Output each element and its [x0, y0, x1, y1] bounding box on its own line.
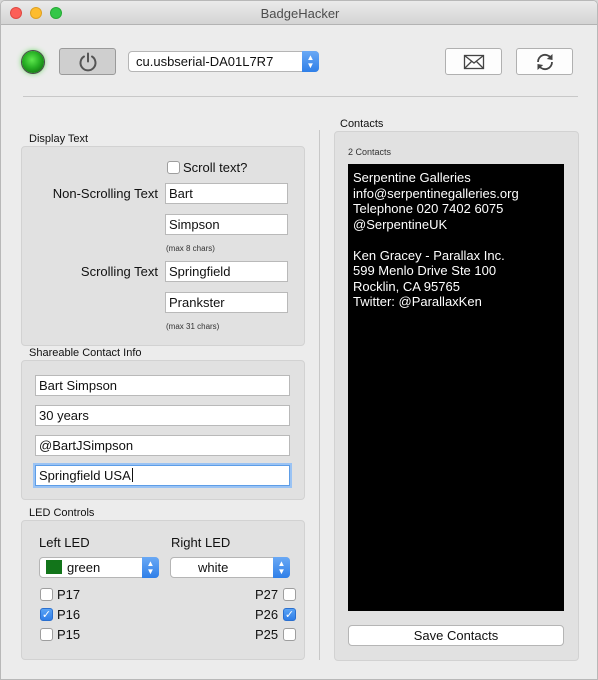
- display-text-label: Display Text: [29, 133, 89, 145]
- app-window: BadgeHacker cu.usbserial-DA01L7R7 ▲ ▼ Dis…: [0, 0, 598, 680]
- right-led-label: Right LED: [171, 535, 231, 550]
- contact-line: @SerpentineUK: [353, 216, 448, 232]
- chevron-up-down-icon: ▲ ▼: [302, 51, 319, 72]
- send-mail-button[interactable]: [445, 48, 502, 75]
- contact-line: Serpentine Galleries: [353, 170, 471, 185]
- scroll-text-label: Scroll text?: [183, 160, 248, 175]
- p27-label: P27: [255, 587, 279, 602]
- p25-checkbox[interactable]: [283, 628, 296, 641]
- p17-label: P17: [57, 587, 81, 602]
- refresh-icon: [536, 53, 553, 70]
- title-bar: BadgeHacker: [1, 1, 597, 25]
- contacts-count: 2 Contacts: [348, 147, 392, 157]
- p26-checkbox[interactable]: ✓: [283, 608, 296, 621]
- p15-checkbox[interactable]: [40, 628, 53, 641]
- contacts-text-area[interactable]: Serpentine Galleries info@serpentinegall…: [348, 164, 564, 611]
- contact-info-label: Shareable Contact Info: [29, 347, 142, 359]
- green-color-swatch: [46, 560, 62, 574]
- window-title: BadgeHacker: [260, 6, 340, 21]
- left-led-color-select[interactable]: green ▲ ▼: [39, 557, 159, 578]
- scrolling-line-1-field[interactable]: Springfield: [165, 261, 288, 282]
- serial-port-value: cu.usbserial-DA01L7R7: [136, 54, 274, 69]
- p27-checkbox[interactable]: [283, 588, 296, 601]
- p16-checkbox[interactable]: ✓: [40, 608, 53, 621]
- status-led-icon: [22, 51, 44, 73]
- p17-checkbox[interactable]: [40, 588, 53, 601]
- right-led-color-value: white: [198, 560, 229, 575]
- contact-line: [353, 232, 564, 248]
- left-led-label: Left LED: [39, 535, 90, 550]
- contact-line: Twitter: @ParallaxKen: [353, 294, 482, 309]
- scrolling-text-label: Scrolling Text: [80, 264, 158, 279]
- display-text-box: [21, 146, 305, 346]
- refresh-button[interactable]: [516, 48, 573, 75]
- non-scrolling-line-1-field[interactable]: Bart: [165, 183, 288, 204]
- power-button[interactable]: [59, 48, 116, 75]
- save-contacts-button[interactable]: Save Contacts: [348, 625, 564, 646]
- contact-handle-field[interactable]: @BartJSimpson: [35, 435, 290, 456]
- contact-line: Ken Gracey - Parallax Inc.: [353, 247, 505, 263]
- toolbar-divider: [23, 96, 578, 97]
- p16-label: P16: [57, 607, 81, 622]
- panel-divider: [319, 130, 320, 660]
- contact-name-field[interactable]: Bart Simpson: [35, 375, 290, 396]
- non-scrolling-hint: (max 8 chars): [166, 244, 215, 253]
- power-icon: [79, 52, 96, 71]
- contact-age-field[interactable]: 30 years: [35, 405, 290, 426]
- chevron-up-down-icon: ▲ ▼: [273, 557, 290, 578]
- contact-line: Telephone 020 7402 6075: [353, 201, 504, 216]
- text-caret: [131, 468, 133, 482]
- contact-line: Rocklin, CA 95765: [353, 278, 460, 294]
- p25-label: P25: [255, 627, 279, 642]
- contact-location-value: Springfield USA: [39, 468, 131, 483]
- p26-label: P26: [255, 607, 279, 622]
- p15-label: P15: [57, 627, 81, 642]
- non-scrolling-text-label: Non-Scrolling Text: [52, 186, 158, 201]
- envelope-icon: [463, 54, 484, 69]
- chevron-up-down-icon: ▲ ▼: [142, 557, 159, 578]
- contact-line: info@serpentinegalleries.org: [353, 185, 519, 201]
- right-led-color-select[interactable]: white ▲ ▼: [170, 557, 290, 578]
- scrolling-hint: (max 31 chars): [166, 322, 220, 331]
- serial-port-select[interactable]: cu.usbserial-DA01L7R7 ▲ ▼: [128, 51, 319, 72]
- contact-location-field[interactable]: Springfield USA: [35, 465, 290, 486]
- scrolling-line-2-field[interactable]: Prankster: [165, 292, 288, 313]
- left-led-color-value: green: [67, 560, 101, 575]
- non-scrolling-line-2-field[interactable]: Simpson: [165, 214, 288, 235]
- scroll-text-checkbox[interactable]: [167, 161, 180, 174]
- led-controls-label: LED Controls: [29, 507, 95, 519]
- contacts-label: Contacts: [340, 118, 384, 130]
- contact-line: 599 Menlo Drive Ste 100: [353, 263, 497, 278]
